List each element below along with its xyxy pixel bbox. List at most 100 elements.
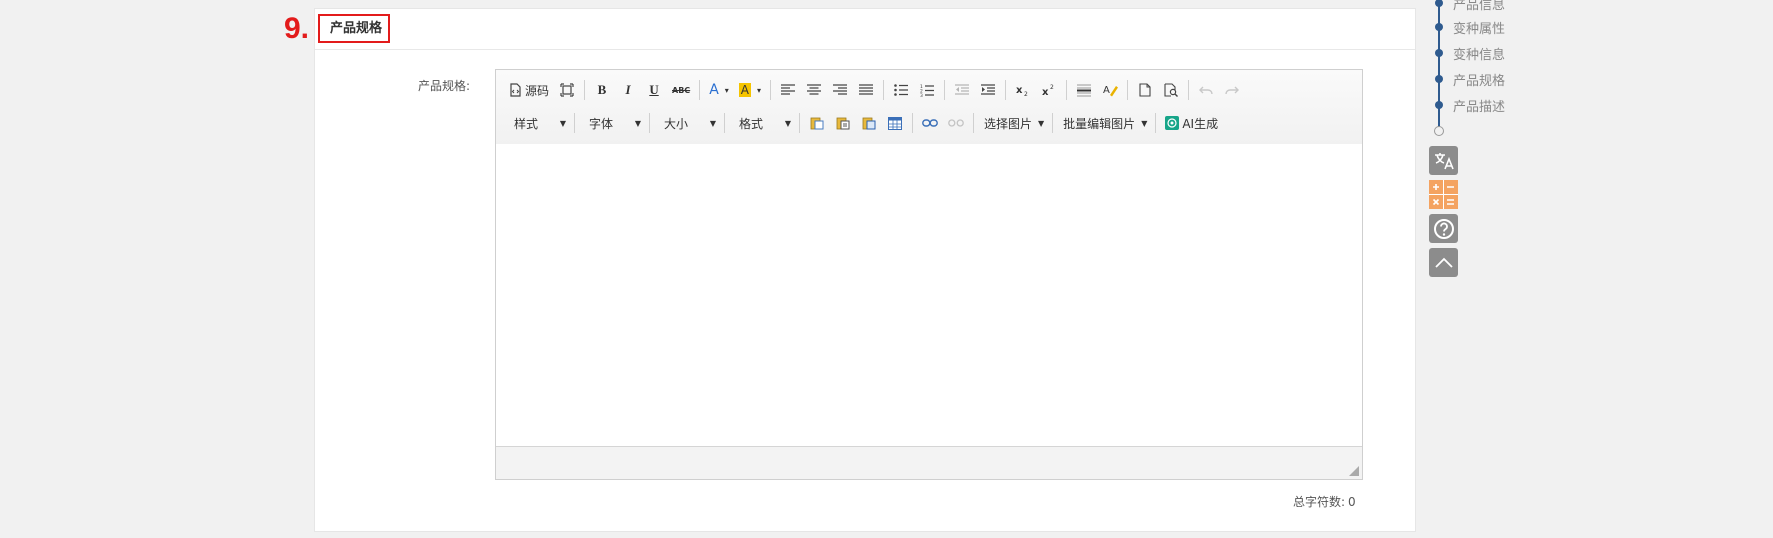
chevron-down-icon: ▼ (1141, 118, 1148, 128)
indent-button[interactable] (977, 79, 999, 101)
superscript-button[interactable]: x2 (1038, 79, 1060, 101)
editor-statusbar (496, 446, 1362, 479)
horizontal-rule-icon (1077, 84, 1092, 97)
select-image-dropdown[interactable]: 选择图片 ▼ (980, 112, 1046, 134)
nav-item-label: 产品描述 (1453, 99, 1506, 115)
toolbar-separator (1188, 80, 1190, 100)
font-color-icon: A (709, 82, 719, 98)
editor-content-area[interactable] (496, 144, 1362, 446)
spec-section-card: 产品规格 产品规格: 源码 B I U ABC A ▾ A ▾ 1 2 3 x … (314, 8, 1416, 532)
toolbar-separator (973, 113, 974, 133)
section-title: 产品规格 (318, 14, 390, 43)
format-select[interactable]: 格式 ▼ (731, 112, 793, 134)
nav-item-variant-info[interactable]: 变种信息 (1430, 44, 1505, 63)
unlink-button[interactable] (945, 112, 967, 134)
align-right-button[interactable] (829, 79, 851, 101)
chevron-down-icon: ▼ (634, 118, 641, 128)
font-color-button[interactable]: A ▾ (706, 79, 732, 101)
batch-edit-image-dropdown[interactable]: 批量编辑图片 ▼ (1059, 112, 1149, 134)
paste-button[interactable] (806, 112, 828, 134)
svg-text:x: x (1042, 87, 1049, 97)
toolbar-separator (649, 113, 650, 133)
align-center-icon (807, 84, 822, 95)
ai-icon (1165, 116, 1180, 130)
undo-button[interactable] (1195, 79, 1217, 101)
bullet-list-button[interactable] (890, 79, 912, 101)
chevron-down-icon: ▼ (709, 118, 716, 128)
chevron-down-icon: ▼ (1038, 118, 1045, 128)
source-button[interactable]: 源码 (506, 79, 552, 101)
batch-edit-image-label: 批量编辑图片 (1063, 116, 1136, 131)
source-icon (510, 83, 521, 97)
outdent-button[interactable] (951, 79, 973, 101)
link-button[interactable] (919, 112, 941, 134)
help-icon (1433, 218, 1454, 239)
char-count-label: 总字符数: (1293, 495, 1346, 509)
nav-item-product-spec[interactable]: 产品规格 (1430, 70, 1506, 89)
paste-text-button[interactable] (832, 112, 854, 134)
redo-icon (1225, 86, 1240, 95)
resize-handle-icon[interactable] (1349, 466, 1359, 476)
indent-icon (981, 84, 996, 95)
bold-button[interactable]: B (591, 79, 613, 101)
toolbar-separator (883, 80, 885, 100)
char-count-value: 0 (1348, 495, 1356, 509)
nav-dot (1435, 75, 1443, 83)
new-document-button[interactable] (1134, 79, 1156, 101)
link-icon (922, 119, 938, 127)
svg-text:2: 2 (1050, 84, 1054, 91)
redo-button[interactable] (1221, 79, 1243, 101)
background-color-button[interactable]: A ▾ (736, 79, 764, 101)
svg-text:2: 2 (1024, 91, 1028, 97)
unlink-icon (948, 119, 964, 127)
help-button[interactable] (1429, 214, 1458, 243)
underline-button[interactable]: U (643, 79, 665, 101)
justify-button[interactable] (855, 79, 877, 101)
nav-item-variant-attributes[interactable]: 变种属性 (1430, 18, 1505, 37)
clear-format-icon: A (1103, 85, 1118, 97)
translate-button[interactable] (1429, 146, 1458, 175)
back-to-top-button[interactable] (1429, 248, 1458, 277)
nav-dot (1435, 23, 1443, 31)
nav-item-label: 产品信息 (1453, 0, 1506, 13)
toolbar-row-1: 源码 B I U ABC A ▾ A ▾ 1 2 3 x 2 x 2 A (506, 78, 1352, 102)
nav-end-marker (1434, 126, 1444, 136)
align-center-button[interactable] (803, 79, 825, 101)
style-select[interactable]: 样式 ▼ (506, 112, 568, 134)
align-left-button[interactable] (777, 79, 799, 101)
font-select[interactable]: 字体 ▼ (581, 112, 643, 134)
calculator-button[interactable] (1429, 180, 1458, 209)
paste-word-button[interactable] (858, 112, 880, 134)
clear-format-button[interactable]: A (1099, 79, 1121, 101)
ai-generate-label: AI生成 (1182, 116, 1219, 131)
horizontal-rule-button[interactable] (1073, 79, 1095, 101)
justify-icon (859, 84, 874, 95)
italic-button[interactable]: I (617, 79, 639, 101)
ai-generate-button[interactable]: AI生成 (1162, 112, 1221, 134)
nav-item-product-description[interactable]: 产品描述 (1430, 96, 1506, 115)
nav-item-product-info[interactable]: 产品信息 (1430, 0, 1506, 13)
editor-toolbar: 源码 B I U ABC A ▾ A ▾ 1 2 3 x 2 x 2 A 样式 … (496, 70, 1362, 145)
outdent-icon (955, 84, 970, 95)
size-select[interactable]: 大小 ▼ (656, 112, 718, 134)
toolbar-separator (574, 113, 575, 133)
preview-button[interactable] (1160, 79, 1182, 101)
fullscreen-button[interactable] (556, 79, 578, 101)
numbered-list-icon: 123 (920, 84, 935, 97)
step-marker: 9. (284, 12, 310, 45)
paste-word-icon (862, 117, 876, 130)
toolbar-separator (944, 80, 946, 100)
toolbar-separator (1052, 113, 1054, 133)
size-select-value: 大小 (664, 116, 689, 131)
character-count: 总字符数: 0 (1293, 493, 1356, 510)
bullet-list-icon (894, 84, 909, 96)
font-select-value: 字体 (589, 116, 614, 131)
subscript-button[interactable]: x2 (1012, 79, 1034, 101)
insert-table-button[interactable] (884, 112, 906, 134)
highlight-icon: A (738, 83, 751, 97)
nav-item-label: 产品规格 (1453, 73, 1506, 89)
strikethrough-button[interactable]: ABC (669, 79, 693, 101)
numbered-list-button[interactable]: 123 (916, 79, 938, 101)
style-select-value: 样式 (514, 116, 539, 131)
fullscreen-icon (560, 83, 574, 97)
